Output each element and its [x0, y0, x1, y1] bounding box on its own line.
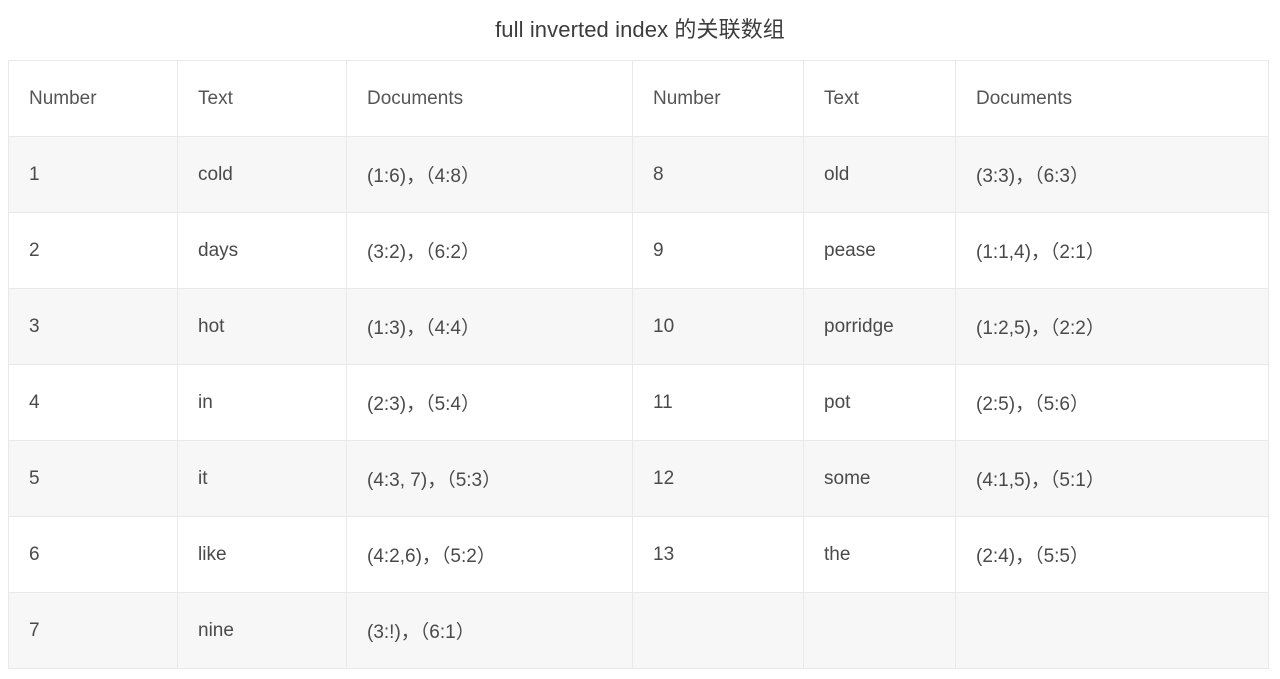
- table-header: Number Text Documents Number Text Docume…: [8, 60, 1269, 137]
- table-row: 7 nine (3:!)，（6:1）: [8, 592, 1269, 669]
- table-row: 6 like (4:2,6)，（5:2） 13 the (2:4)，（5:5）: [8, 516, 1269, 593]
- cell-number-right: 12: [632, 440, 804, 517]
- cell-number-right: 8: [632, 136, 804, 213]
- column-header-text-right: Text: [803, 60, 956, 137]
- table-row: 3 hot (1:3)，（4:4） 10 porridge (1:2,5)，（2…: [8, 288, 1269, 365]
- cell-text-right: porridge: [803, 288, 956, 365]
- cell-documents-left: (1:3)，（4:4）: [346, 288, 633, 365]
- table-row: 2 days (3:2)，（6:2） 9 pease (1:1,4)，（2:1）: [8, 212, 1269, 289]
- cell-documents-left: (3:2)，（6:2）: [346, 212, 633, 289]
- column-header-number-left: Number: [8, 60, 178, 137]
- page-root: full inverted index 的关联数组 Number Text Do…: [0, 0, 1280, 679]
- cell-text-left: hot: [177, 288, 347, 365]
- column-header-number-right: Number: [632, 60, 804, 137]
- cell-text-right: [803, 592, 956, 669]
- cell-number-left: 5: [8, 440, 178, 517]
- cell-documents-right: (1:1,4)，（2:1）: [955, 212, 1269, 289]
- cell-documents-right: (3:3)，（6:3）: [955, 136, 1269, 213]
- cell-documents-left: (1:6)，（4:8）: [346, 136, 633, 213]
- cell-text-right: the: [803, 516, 956, 593]
- inverted-index-table: Number Text Documents Number Text Docume…: [8, 60, 1269, 669]
- table-row: 4 in (2:3)，（5:4） 11 pot (2:5)，（5:6）: [8, 364, 1269, 441]
- cell-text-right: pot: [803, 364, 956, 441]
- cell-number-right: 10: [632, 288, 804, 365]
- cell-text-left: in: [177, 364, 347, 441]
- cell-documents-right: (1:2,5)，（2:2）: [955, 288, 1269, 365]
- cell-documents-right: (4:1,5)，（5:1）: [955, 440, 1269, 517]
- cell-text-right: some: [803, 440, 956, 517]
- table-header-row: Number Text Documents Number Text Docume…: [8, 60, 1269, 137]
- cell-number-left: 3: [8, 288, 178, 365]
- cell-number-left: 7: [8, 592, 178, 669]
- cell-documents-right: (2:4)，（5:5）: [955, 516, 1269, 593]
- table-container: Number Text Documents Number Text Docume…: [8, 60, 1269, 669]
- table-row: 5 it (4:3, 7)，（5:3） 12 some (4:1,5)，（5:1…: [8, 440, 1269, 517]
- cell-number-right: 9: [632, 212, 804, 289]
- cell-text-left: nine: [177, 592, 347, 669]
- cell-number-right: 11: [632, 364, 804, 441]
- column-header-text-left: Text: [177, 60, 347, 137]
- cell-text-left: days: [177, 212, 347, 289]
- cell-text-right: pease: [803, 212, 956, 289]
- cell-documents-left: (4:3, 7)，（5:3）: [346, 440, 633, 517]
- cell-documents-right: [955, 592, 1269, 669]
- cell-number-left: 6: [8, 516, 178, 593]
- table-body: 1 cold (1:6)，（4:8） 8 old (3:3)，（6:3） 2 d…: [8, 136, 1269, 669]
- cell-number-left: 4: [8, 364, 178, 441]
- table-row: 1 cold (1:6)，（4:8） 8 old (3:3)，（6:3）: [8, 136, 1269, 213]
- cell-documents-right: (2:5)，（5:6）: [955, 364, 1269, 441]
- cell-number-left: 1: [8, 136, 178, 213]
- cell-text-left: cold: [177, 136, 347, 213]
- cell-documents-left: (4:2,6)，（5:2）: [346, 516, 633, 593]
- cell-number-right: 13: [632, 516, 804, 593]
- cell-documents-left: (3:!)，（6:1）: [346, 592, 633, 669]
- cell-documents-left: (2:3)，（5:4）: [346, 364, 633, 441]
- cell-number-left: 2: [8, 212, 178, 289]
- cell-number-right: [632, 592, 804, 669]
- cell-text-right: old: [803, 136, 956, 213]
- cell-text-left: it: [177, 440, 347, 517]
- column-header-documents-left: Documents: [346, 60, 633, 137]
- column-header-documents-right: Documents: [955, 60, 1269, 137]
- page-title: full inverted index 的关联数组: [495, 17, 785, 42]
- cell-text-left: like: [177, 516, 347, 593]
